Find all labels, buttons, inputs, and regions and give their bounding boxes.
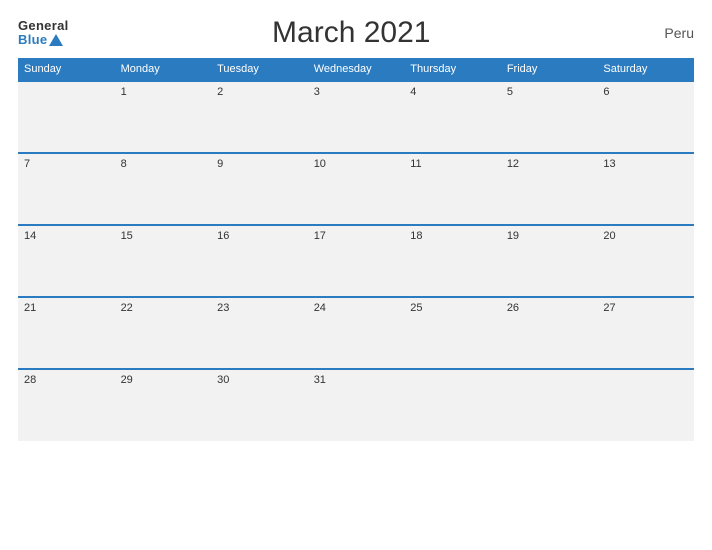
calendar-cell: 17 <box>308 225 405 297</box>
col-sunday: Sunday <box>18 58 115 81</box>
logo-triangle-icon <box>49 34 63 46</box>
calendar-title: March 2021 <box>69 16 634 50</box>
calendar-cell: 15 <box>115 225 212 297</box>
calendar-cell: 30 <box>211 369 308 441</box>
calendar-page: General Blue March 2021 Peru Sunday Mond… <box>0 0 712 550</box>
day-number: 27 <box>603 302 615 314</box>
day-number: 10 <box>314 158 326 170</box>
calendar-cell <box>18 81 115 153</box>
day-number: 6 <box>603 86 609 98</box>
day-number: 7 <box>24 158 30 170</box>
day-number: 20 <box>603 230 615 242</box>
calendar-cell: 24 <box>308 297 405 369</box>
calendar-cell: 7 <box>18 153 115 225</box>
calendar-cell: 20 <box>597 225 694 297</box>
day-number: 13 <box>603 158 615 170</box>
col-wednesday: Wednesday <box>308 58 405 81</box>
calendar-cell: 10 <box>308 153 405 225</box>
day-number: 4 <box>410 86 416 98</box>
day-number: 22 <box>121 302 133 314</box>
calendar-week-row: 7 8 9 10 11 12 13 <box>18 153 694 225</box>
day-number: 21 <box>24 302 36 314</box>
country-label: Peru <box>634 25 694 41</box>
day-number: 23 <box>217 302 229 314</box>
calendar-table: Sunday Monday Tuesday Wednesday Thursday… <box>18 58 694 441</box>
day-number: 9 <box>217 158 223 170</box>
day-number: 18 <box>410 230 422 242</box>
day-number: 31 <box>314 374 326 386</box>
day-number: 19 <box>507 230 519 242</box>
day-number: 25 <box>410 302 422 314</box>
calendar-week-row: 1 2 3 4 5 6 <box>18 81 694 153</box>
day-number: 3 <box>314 86 320 98</box>
col-saturday: Saturday <box>597 58 694 81</box>
calendar-cell: 23 <box>211 297 308 369</box>
col-friday: Friday <box>501 58 598 81</box>
calendar-cell: 28 <box>18 369 115 441</box>
day-number: 8 <box>121 158 127 170</box>
calendar-cell: 31 <box>308 369 405 441</box>
calendar-cell: 5 <box>501 81 598 153</box>
calendar-cell: 25 <box>404 297 501 369</box>
day-number: 30 <box>217 374 229 386</box>
col-thursday: Thursday <box>404 58 501 81</box>
logo-blue-text: Blue <box>18 33 63 47</box>
day-number: 26 <box>507 302 519 314</box>
day-number: 28 <box>24 374 36 386</box>
calendar-cell: 13 <box>597 153 694 225</box>
calendar-cell: 29 <box>115 369 212 441</box>
calendar-cell: 12 <box>501 153 598 225</box>
day-number: 15 <box>121 230 133 242</box>
day-number: 29 <box>121 374 133 386</box>
calendar-cell: 6 <box>597 81 694 153</box>
calendar-cell: 22 <box>115 297 212 369</box>
calendar-cell: 18 <box>404 225 501 297</box>
calendar-cell: 2 <box>211 81 308 153</box>
day-number: 1 <box>121 86 127 98</box>
col-monday: Monday <box>115 58 212 81</box>
day-number: 2 <box>217 86 223 98</box>
calendar-week-row: 28 29 30 31 <box>18 369 694 441</box>
calendar-week-row: 21 22 23 24 25 26 27 <box>18 297 694 369</box>
calendar-cell <box>404 369 501 441</box>
day-header-row: Sunday Monday Tuesday Wednesday Thursday… <box>18 58 694 81</box>
calendar-cell: 27 <box>597 297 694 369</box>
day-number: 5 <box>507 86 513 98</box>
day-number: 12 <box>507 158 519 170</box>
calendar-cell: 16 <box>211 225 308 297</box>
day-number: 11 <box>410 158 421 170</box>
calendar-cell: 21 <box>18 297 115 369</box>
col-tuesday: Tuesday <box>211 58 308 81</box>
calendar-cell: 4 <box>404 81 501 153</box>
calendar-cell: 26 <box>501 297 598 369</box>
calendar-cell: 1 <box>115 81 212 153</box>
day-number: 14 <box>24 230 36 242</box>
calendar-cell: 8 <box>115 153 212 225</box>
calendar-week-row: 14 15 16 17 18 19 20 <box>18 225 694 297</box>
calendar-cell: 14 <box>18 225 115 297</box>
day-number: 16 <box>217 230 229 242</box>
calendar-cell: 3 <box>308 81 405 153</box>
logo-general-text: General <box>18 19 69 33</box>
calendar-cell <box>501 369 598 441</box>
logo: General Blue <box>18 19 69 48</box>
calendar-cell: 19 <box>501 225 598 297</box>
calendar-cell <box>597 369 694 441</box>
calendar-header: General Blue March 2021 Peru <box>18 16 694 50</box>
calendar-cell: 11 <box>404 153 501 225</box>
calendar-cell: 9 <box>211 153 308 225</box>
day-number: 24 <box>314 302 326 314</box>
day-number: 17 <box>314 230 326 242</box>
